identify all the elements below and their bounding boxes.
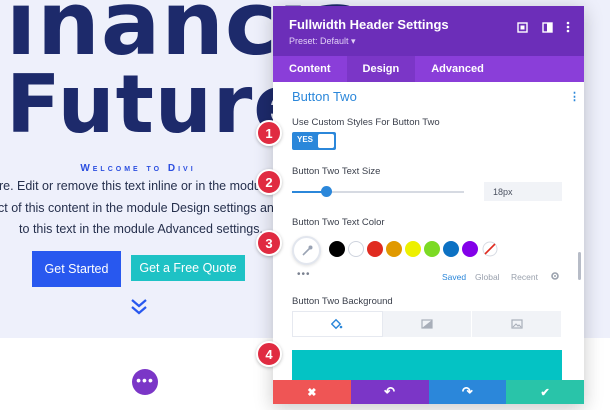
redo-icon: ↷	[461, 384, 473, 399]
modal-scrollbar[interactable]	[578, 252, 581, 280]
check-icon: ✔	[540, 386, 550, 399]
modal-footer: ✖ ↶ ↷ ✔	[273, 380, 584, 404]
fullscreen-icon[interactable]	[514, 19, 530, 35]
image-icon[interactable]	[472, 311, 563, 337]
color-tab-saved[interactable]: Saved	[442, 272, 466, 282]
custom-styles-toggle[interactable]: YES	[292, 132, 336, 150]
color-tab-global[interactable]: Global	[475, 272, 500, 282]
tab-content[interactable]: Content	[273, 56, 347, 82]
step-marker-4: 4	[256, 341, 282, 367]
background-color-preview[interactable]	[292, 350, 562, 380]
color-picker-eyedropper-icon[interactable]	[292, 236, 321, 265]
swatch-green[interactable]	[424, 241, 440, 257]
tab-design[interactable]: Design	[346, 56, 416, 82]
hero-body-line: ct of this content in the module Design …	[0, 201, 292, 215]
swatch-purple[interactable]	[462, 241, 478, 257]
swatch-white[interactable]	[348, 241, 364, 257]
swatch-yellow[interactable]	[405, 241, 421, 257]
swatch-orange[interactable]	[386, 241, 402, 257]
more-dots-icon: •••	[136, 371, 154, 388]
scroll-down-chevron-icon[interactable]	[128, 296, 150, 318]
modal-tabs: Content Design Advanced	[273, 56, 584, 82]
clear-color-icon[interactable]	[482, 241, 498, 257]
gradient-icon[interactable]	[383, 311, 473, 337]
modal-body: Button Two ⋮ Use Custom Styles For Butto…	[273, 82, 584, 380]
undo-icon: ↶	[384, 384, 396, 399]
undo-button[interactable]: ↶	[350, 380, 429, 404]
free-quote-button[interactable]: Get a Free Quote	[131, 255, 245, 281]
step-marker-1: 1	[256, 120, 282, 146]
text-size-input[interactable]: 18px	[484, 182, 562, 201]
color-tab-recent[interactable]: Recent	[511, 272, 538, 282]
background-label: Button Two Background	[292, 296, 393, 307]
more-swatches-icon[interactable]: •••	[297, 269, 311, 280]
text-size-slider-handle[interactable]	[321, 186, 332, 197]
split-view-icon[interactable]	[539, 19, 555, 35]
hero-body-line: to this text in the module Advanced sett…	[19, 222, 263, 236]
modal-title: Fullwidth Header Settings	[289, 17, 449, 32]
swatch-red[interactable]	[367, 241, 383, 257]
discard-button[interactable]: ✖	[273, 380, 351, 404]
swatch-blue[interactable]	[443, 241, 459, 257]
text-color-label: Button Two Text Color	[292, 217, 385, 228]
section-options-icon[interactable]: ⋮	[569, 90, 580, 103]
section-title[interactable]: Button Two	[292, 89, 357, 104]
add-module-button[interactable]: •••	[132, 369, 158, 395]
save-button[interactable]: ✔	[506, 380, 584, 404]
welcome-subheading: Welcome to Divi	[80, 163, 196, 174]
toggle-label: YES	[297, 135, 314, 144]
custom-styles-label: Use Custom Styles For Button Two	[292, 117, 440, 128]
paint-bucket-icon[interactable]	[292, 311, 383, 337]
settings-modal: Fullwidth Header Settings Preset: Defaul…	[273, 6, 584, 404]
step-marker-3: 3	[256, 230, 282, 256]
step-marker-2: 2	[256, 169, 282, 195]
redo-button[interactable]: ↷	[428, 380, 507, 404]
background-type-tabs	[292, 311, 563, 337]
swatch-black[interactable]	[329, 241, 345, 257]
text-size-slider-track[interactable]	[292, 191, 464, 193]
close-icon: ✖	[307, 386, 317, 399]
modal-header: Fullwidth Header Settings Preset: Defaul…	[273, 6, 584, 56]
tab-advanced[interactable]: Advanced	[415, 56, 500, 82]
get-started-button[interactable]: Get Started	[32, 251, 121, 287]
gear-icon[interactable]	[550, 271, 560, 281]
preset-selector[interactable]: Preset: Default ▾	[289, 36, 356, 47]
text-size-slider-fill	[292, 191, 325, 193]
toggle-knob	[318, 134, 334, 148]
text-size-label: Button Two Text Size	[292, 166, 381, 177]
more-options-icon[interactable]	[560, 19, 576, 35]
hero-body-line: ere. Edit or remove this text inline or …	[0, 179, 279, 193]
